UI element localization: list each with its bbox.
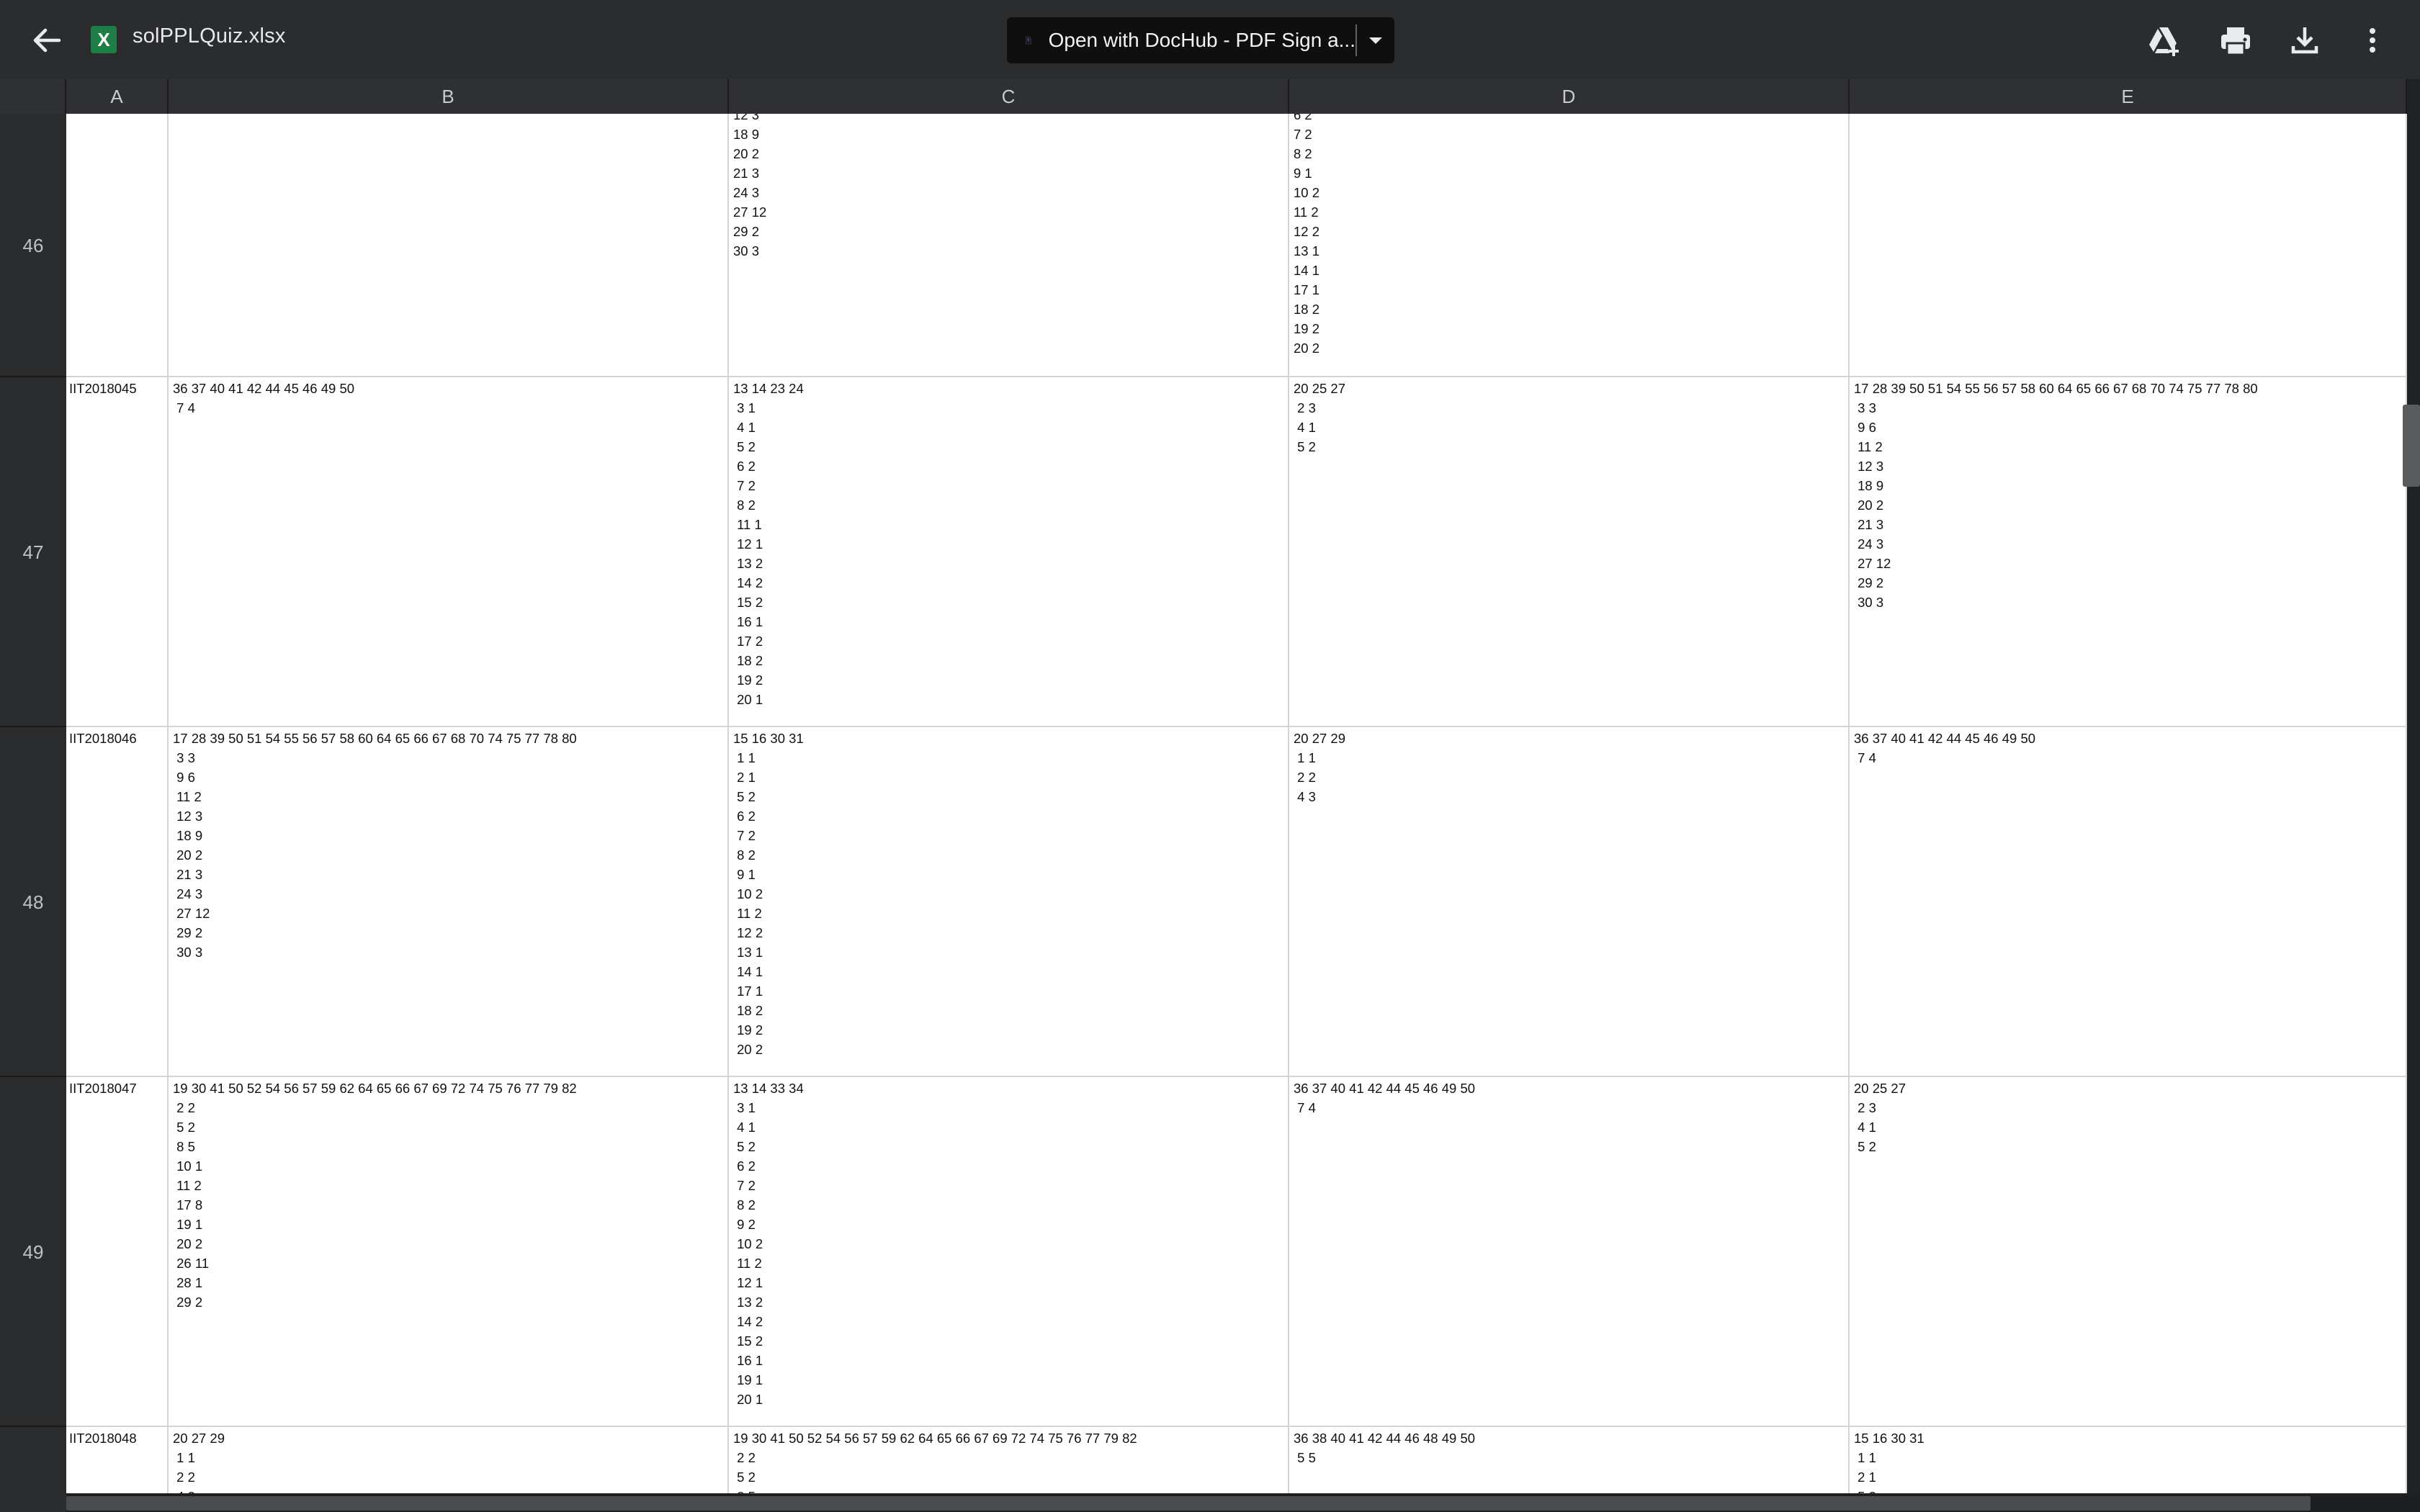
viewer-toolbar: X solPPLQuiz.xlsx Open with DocHub - PDF…: [0, 0, 2420, 79]
cell-b49[interactable]: 19 30 41 50 52 54 56 57 59 62 64 65 66 6…: [173, 1079, 577, 1312]
row-header-48[interactable]: 48: [0, 727, 66, 1077]
row-header-47[interactable]: 47: [0, 377, 66, 727]
open-with-button[interactable]: Open with DocHub - PDF Sign a...: [1007, 17, 1355, 63]
excel-file-icon: X: [91, 26, 117, 53]
cell-a48[interactable]: IIT2018046: [69, 729, 137, 748]
vertical-scrollbar-track[interactable]: [2407, 79, 2420, 1493]
more-vert-icon: [2370, 28, 2375, 53]
vertical-scrollbar-thumb[interactable]: [2403, 405, 2420, 487]
back-arrow-icon: [33, 28, 61, 53]
cell-c48[interactable]: 15 16 30 31 1 1 2 1 5 2 6 2 7 2 8 2 9 1 …: [733, 729, 804, 1059]
gridline: [1288, 114, 1289, 1512]
row-header-50[interactable]: [0, 1427, 66, 1512]
cell-c49[interactable]: 13 14 33 34 3 1 4 1 5 2 6 2 7 2 8 2 9 2 …: [733, 1079, 804, 1409]
row-header-column: 46 47 48 49: [0, 114, 66, 1512]
cell-b48[interactable]: 17 28 39 50 51 54 55 56 57 58 60 64 65 6…: [173, 729, 577, 962]
cell-a50[interactable]: IIT2018048: [69, 1428, 137, 1448]
open-with-label: Open with DocHub - PDF Sign a...: [1048, 29, 1355, 51]
column-header-e[interactable]: E: [1850, 79, 2407, 114]
column-header-b[interactable]: B: [169, 79, 729, 114]
cell-a49[interactable]: IIT2018047: [69, 1079, 137, 1098]
print-icon: [2221, 27, 2250, 56]
gridline: [167, 114, 169, 1512]
row-header-46[interactable]: 46: [0, 114, 66, 377]
cell-c46[interactable]: 12 3 18 9 20 2 21 3 24 3 27 12 29 2 30 3: [733, 114, 766, 261]
dochub-logo-icon: [1026, 36, 1031, 45]
select-all-corner[interactable]: [0, 79, 66, 114]
cell-c47[interactable]: 13 14 23 24 3 1 4 1 5 2 6 2 7 2 8 2 11 1…: [733, 379, 804, 709]
cell-d50[interactable]: 36 38 40 41 42 44 46 48 49 50 5 5: [1294, 1428, 1475, 1467]
cell-e47[interactable]: 17 28 39 50 51 54 55 56 57 58 60 64 65 6…: [1854, 379, 2258, 612]
chevron-down-icon: [1369, 37, 1382, 44]
file-name: solPPLQuiz.xlsx: [133, 24, 286, 48]
cell-e49[interactable]: 20 25 27 2 3 4 1 5 2: [1854, 1079, 1906, 1156]
cell-e48[interactable]: 36 37 40 41 42 44 45 46 49 50 7 4: [1854, 729, 2035, 768]
gridline: [66, 1426, 2407, 1427]
column-header-row: A B C D E: [0, 79, 2407, 114]
cell-a47[interactable]: IIT2018045: [69, 379, 137, 398]
column-header-c[interactable]: C: [729, 79, 1289, 114]
column-header-d[interactable]: D: [1289, 79, 1850, 114]
cell-d47[interactable]: 20 25 27 2 3 4 1 5 2: [1294, 379, 1345, 456]
open-with-control: Open with DocHub - PDF Sign a...: [1007, 17, 1394, 63]
gridline: [66, 376, 2407, 377]
spreadsheet-grid: 12 3 18 9 20 2 21 3 24 3 27 12 29 2 30 3…: [66, 114, 2407, 1512]
cell-d49[interactable]: 36 37 40 41 42 44 45 46 49 50 7 4: [1294, 1079, 1475, 1117]
download-icon: [2291, 27, 2318, 54]
gridline: [1848, 114, 1850, 1512]
gridline: [66, 726, 2407, 727]
row-header-49[interactable]: 49: [0, 1077, 66, 1427]
more-options-button[interactable]: [2354, 22, 2391, 59]
gridline: [66, 1076, 2407, 1077]
gridline: [727, 114, 729, 1512]
open-with-dropdown-button[interactable]: [1357, 17, 1394, 63]
cell-d48[interactable]: 20 27 29 1 1 2 2 4 3: [1294, 729, 1345, 806]
download-button[interactable]: [2286, 22, 2323, 59]
column-header-a[interactable]: A: [66, 79, 169, 114]
print-button[interactable]: [2217, 22, 2254, 59]
cell-d46[interactable]: 6 2 7 2 8 2 9 1 10 2 11 2 12 2 13 1 14 1…: [1294, 114, 1319, 358]
cell-b47[interactable]: 36 37 40 41 42 44 45 46 49 50 7 4: [173, 379, 354, 418]
back-button[interactable]: [26, 22, 66, 59]
horizontal-scrollbar-thumb[interactable]: [66, 1496, 2311, 1511]
add-to-drive-icon: [2149, 27, 2179, 56]
add-to-drive-button[interactable]: [2146, 22, 2184, 59]
